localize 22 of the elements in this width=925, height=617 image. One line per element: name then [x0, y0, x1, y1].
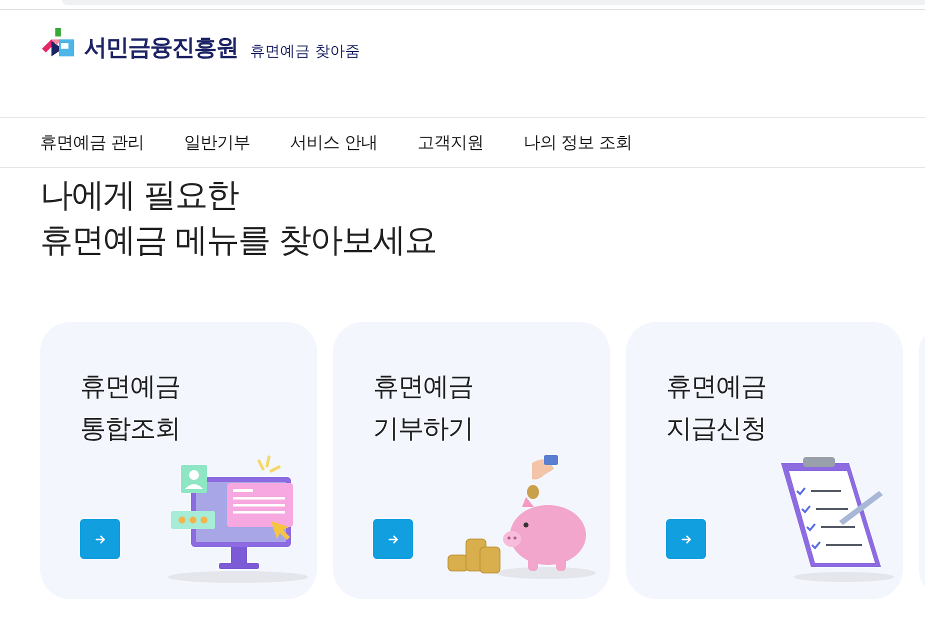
card-title: 휴면예금 지급신청	[666, 371, 767, 446]
menu-card[interactable]: 휴면예금 통합조회	[40, 322, 317, 599]
menu-card[interactable]: 휴면예금 지급신청	[626, 322, 903, 599]
arrow-button[interactable]	[373, 519, 413, 559]
menu-card[interactable]: 휴면예금 기부하기	[333, 322, 610, 599]
card-title: 휴면예금 통합조회	[80, 371, 181, 446]
nav-item[interactable]: 일반기부	[184, 131, 250, 154]
arrow-button[interactable]	[80, 519, 120, 559]
arrow-icon	[680, 534, 692, 544]
arrow-button[interactable]	[666, 519, 706, 559]
nav-item[interactable]: 고객지원	[417, 131, 484, 154]
nav-item[interactable]: 나의 정보 조회	[523, 131, 632, 154]
nav-item[interactable]: 휴면예금 관리	[40, 131, 144, 154]
service-name: 휴면예금 찾아줌	[250, 41, 360, 62]
nav-item[interactable]: 서비스 안내	[290, 131, 378, 154]
headline: 휴면예금 메뉴를 찾아보세요	[40, 219, 436, 261]
logo[interactable]: 서민금융진흥원 휴면예금 찾아줌	[40, 28, 360, 62]
logo-text: 서민금융진흥원	[84, 34, 238, 62]
card-title: 휴면예금 기부하기	[373, 371, 474, 446]
headline: 나에게 필요한	[40, 174, 238, 216]
arrow-icon	[94, 534, 106, 544]
arrow-icon	[388, 534, 398, 544]
